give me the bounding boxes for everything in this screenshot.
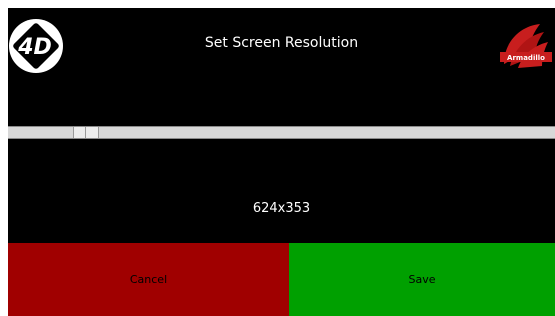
slider-thumb[interactable] — [73, 127, 99, 138]
resolution-value: 624x353 — [252, 201, 311, 216]
resolution-slider[interactable] — [8, 126, 555, 139]
screen: 4D Set Screen Resolution Armadillo 624x3… — [8, 8, 555, 316]
cancel-button[interactable]: Cancel — [8, 243, 289, 316]
page-title: Set Screen Resolution — [204, 35, 359, 51]
armadillo-logo-icon: Armadillo — [500, 24, 552, 68]
save-button[interactable]: Save — [289, 243, 555, 316]
brand-text: Armadillo — [507, 54, 545, 62]
